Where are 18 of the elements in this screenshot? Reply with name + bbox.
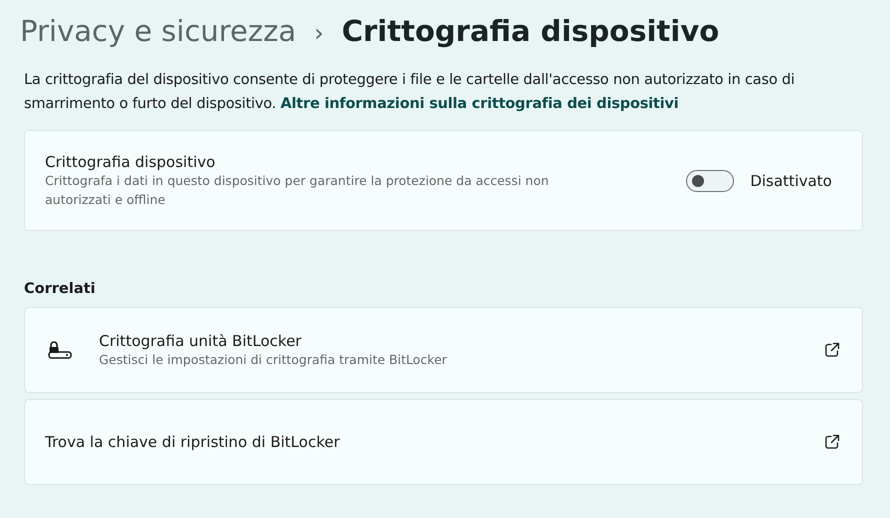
toggle-state-label: Disattivato xyxy=(750,172,832,190)
toggle-switch[interactable] xyxy=(686,170,734,192)
related-link-card[interactable]: Trova la chiave di ripristino di BitLocker xyxy=(24,399,863,485)
section-heading: Correlati xyxy=(24,281,96,297)
setting-description: Crittografa i dati in questo dispositivo per garantire la protezione da accessi non autorizzati e offline xyxy=(45,172,550,208)
page-title: Crittografia dispositivo xyxy=(342,14,720,48)
learn-more-link[interactable]: Altre informazioni sulla crittografia dei dispositivi xyxy=(280,96,679,112)
related-link-description: Gestisci le impostazioni di crittografia tramite BitLocker xyxy=(99,350,448,368)
external-link-icon xyxy=(824,434,840,450)
setting-title: Crittografia dispositivo xyxy=(45,152,216,170)
external-link-icon xyxy=(824,342,840,358)
breadcrumb-parent[interactable]: Privacy e sicurezza xyxy=(20,14,296,48)
related-link-title: Trova la chiave di ripristino di BitLocker xyxy=(45,433,341,451)
related-link-card[interactable]: Crittografia unità BitLocker Gestisci le impostazioni di crittografia tramite BitLocker xyxy=(24,307,863,393)
breadcrumb-separator: › xyxy=(314,19,324,47)
intro-text: La crittografia del dispositivo consente di proteggere i file e le cartelle dall'accesso non autorizzato in caso di smarrimento o furto del dispositivo. Altre informazioni sulla crittografia dei dispositivi xyxy=(24,71,796,114)
locked-drive-icon xyxy=(47,341,73,359)
related-link-title: Crittografia unità BitLocker xyxy=(99,332,302,350)
